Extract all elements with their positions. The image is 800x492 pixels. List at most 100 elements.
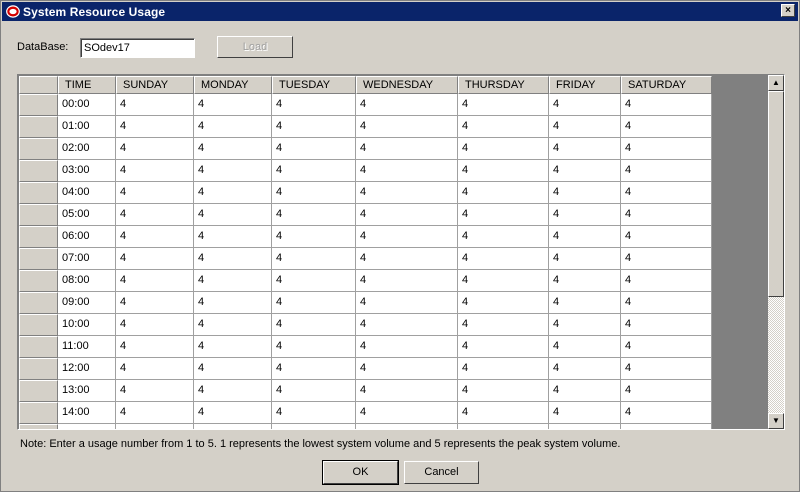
- usage-cell-thursday[interactable]: 4: [458, 424, 549, 429]
- usage-cell-saturday[interactable]: 4: [621, 248, 712, 270]
- usage-cell-wednesday[interactable]: 4: [356, 402, 458, 424]
- usage-cell-wednesday[interactable]: 4: [356, 226, 458, 248]
- column-header-monday[interactable]: MONDAY: [194, 76, 272, 94]
- usage-cell-thursday[interactable]: 4: [458, 292, 549, 314]
- usage-cell-monday[interactable]: 4: [194, 292, 272, 314]
- usage-cell-monday[interactable]: 4: [194, 402, 272, 424]
- scroll-up-button[interactable]: ▲: [768, 75, 784, 91]
- usage-cell-tuesday[interactable]: 4: [272, 270, 356, 292]
- usage-cell-wednesday[interactable]: 4: [356, 160, 458, 182]
- usage-cell-monday[interactable]: 4: [194, 270, 272, 292]
- usage-cell-friday[interactable]: 4: [549, 424, 621, 429]
- usage-cell-saturday[interactable]: 4: [621, 138, 712, 160]
- row-header[interactable]: [19, 226, 58, 248]
- usage-cell-saturday[interactable]: 4: [621, 380, 712, 402]
- column-header-wednesday[interactable]: WEDNESDAY: [356, 76, 458, 94]
- vertical-scrollbar[interactable]: ▲ ▼: [768, 75, 784, 429]
- usage-cell-tuesday[interactable]: 4: [272, 424, 356, 429]
- usage-cell-monday[interactable]: 4: [194, 314, 272, 336]
- usage-cell-saturday[interactable]: 4: [621, 182, 712, 204]
- usage-cell-friday[interactable]: 4: [549, 138, 621, 160]
- usage-cell-tuesday[interactable]: 4: [272, 138, 356, 160]
- usage-cell-friday[interactable]: 4: [549, 314, 621, 336]
- usage-cell-wednesday[interactable]: 4: [356, 314, 458, 336]
- usage-cell-sunday[interactable]: 4: [116, 424, 194, 429]
- usage-cell-saturday[interactable]: 4: [621, 358, 712, 380]
- usage-cell-tuesday[interactable]: 4: [272, 182, 356, 204]
- usage-cell-friday[interactable]: 4: [549, 94, 621, 116]
- row-header[interactable]: [19, 138, 58, 160]
- row-header[interactable]: [19, 204, 58, 226]
- usage-cell-thursday[interactable]: 4: [458, 94, 549, 116]
- usage-cell-sunday[interactable]: 4: [116, 204, 194, 226]
- usage-cell-monday[interactable]: 4: [194, 248, 272, 270]
- column-header-time[interactable]: TIME: [58, 76, 116, 94]
- usage-cell-thursday[interactable]: 4: [458, 314, 549, 336]
- row-header[interactable]: [19, 292, 58, 314]
- usage-cell-saturday[interactable]: 4: [621, 270, 712, 292]
- usage-cell-thursday[interactable]: 4: [458, 380, 549, 402]
- cancel-button[interactable]: Cancel: [404, 461, 479, 484]
- usage-cell-wednesday[interactable]: 4: [356, 138, 458, 160]
- usage-cell-tuesday[interactable]: 4: [272, 160, 356, 182]
- usage-cell-saturday[interactable]: 4: [621, 292, 712, 314]
- usage-cell-monday[interactable]: 4: [194, 94, 272, 116]
- usage-cell-sunday[interactable]: 4: [116, 138, 194, 160]
- usage-cell-sunday[interactable]: 4: [116, 402, 194, 424]
- usage-cell-monday[interactable]: 4: [194, 336, 272, 358]
- usage-cell-friday[interactable]: 4: [549, 358, 621, 380]
- row-header[interactable]: [19, 248, 58, 270]
- usage-cell-sunday[interactable]: 4: [116, 292, 194, 314]
- load-button[interactable]: Load: [217, 36, 293, 58]
- usage-cell-saturday[interactable]: 4: [621, 160, 712, 182]
- usage-cell-tuesday[interactable]: 4: [272, 292, 356, 314]
- usage-cell-friday[interactable]: 4: [549, 182, 621, 204]
- scrollbar-thumb[interactable]: [768, 91, 784, 297]
- usage-cell-thursday[interactable]: 4: [458, 204, 549, 226]
- usage-cell-thursday[interactable]: 4: [458, 226, 549, 248]
- usage-cell-monday[interactable]: 4: [194, 358, 272, 380]
- usage-cell-friday[interactable]: 4: [549, 402, 621, 424]
- usage-cell-friday[interactable]: 4: [549, 292, 621, 314]
- usage-cell-sunday[interactable]: 4: [116, 380, 194, 402]
- usage-cell-thursday[interactable]: 4: [458, 160, 549, 182]
- usage-cell-tuesday[interactable]: 4: [272, 380, 356, 402]
- usage-cell-tuesday[interactable]: 4: [272, 402, 356, 424]
- usage-cell-saturday[interactable]: 4: [621, 314, 712, 336]
- usage-cell-thursday[interactable]: 4: [458, 358, 549, 380]
- row-header[interactable]: [19, 94, 58, 116]
- usage-cell-wednesday[interactable]: 4: [356, 380, 458, 402]
- usage-cell-thursday[interactable]: 4: [458, 336, 549, 358]
- usage-cell-wednesday[interactable]: 4: [356, 424, 458, 429]
- usage-cell-friday[interactable]: 4: [549, 380, 621, 402]
- usage-cell-monday[interactable]: 4: [194, 182, 272, 204]
- usage-cell-saturday[interactable]: 4: [621, 116, 712, 138]
- usage-cell-tuesday[interactable]: 4: [272, 116, 356, 138]
- usage-cell-thursday[interactable]: 4: [458, 270, 549, 292]
- usage-cell-friday[interactable]: 4: [549, 248, 621, 270]
- usage-cell-sunday[interactable]: 4: [116, 182, 194, 204]
- usage-cell-thursday[interactable]: 4: [458, 138, 549, 160]
- usage-cell-saturday[interactable]: 4: [621, 424, 712, 429]
- column-header-thursday[interactable]: THURSDAY: [458, 76, 549, 94]
- usage-cell-saturday[interactable]: 4: [621, 402, 712, 424]
- usage-cell-wednesday[interactable]: 4: [356, 94, 458, 116]
- row-header[interactable]: [19, 358, 58, 380]
- usage-cell-monday[interactable]: 4: [194, 160, 272, 182]
- usage-cell-sunday[interactable]: 4: [116, 336, 194, 358]
- database-input[interactable]: [80, 38, 195, 58]
- usage-cell-thursday[interactable]: 4: [458, 182, 549, 204]
- scroll-down-button[interactable]: ▼: [768, 413, 784, 429]
- row-header[interactable]: [19, 336, 58, 358]
- usage-cell-thursday[interactable]: 4: [458, 402, 549, 424]
- usage-cell-friday[interactable]: 4: [549, 204, 621, 226]
- usage-cell-friday[interactable]: 4: [549, 160, 621, 182]
- row-header[interactable]: [19, 402, 58, 424]
- column-header-saturday[interactable]: SATURDAY: [621, 76, 712, 94]
- usage-cell-monday[interactable]: 4: [194, 424, 272, 429]
- usage-cell-sunday[interactable]: 4: [116, 94, 194, 116]
- usage-cell-saturday[interactable]: 4: [621, 336, 712, 358]
- usage-cell-friday[interactable]: 4: [549, 116, 621, 138]
- usage-cell-tuesday[interactable]: 4: [272, 204, 356, 226]
- row-header[interactable]: [19, 116, 58, 138]
